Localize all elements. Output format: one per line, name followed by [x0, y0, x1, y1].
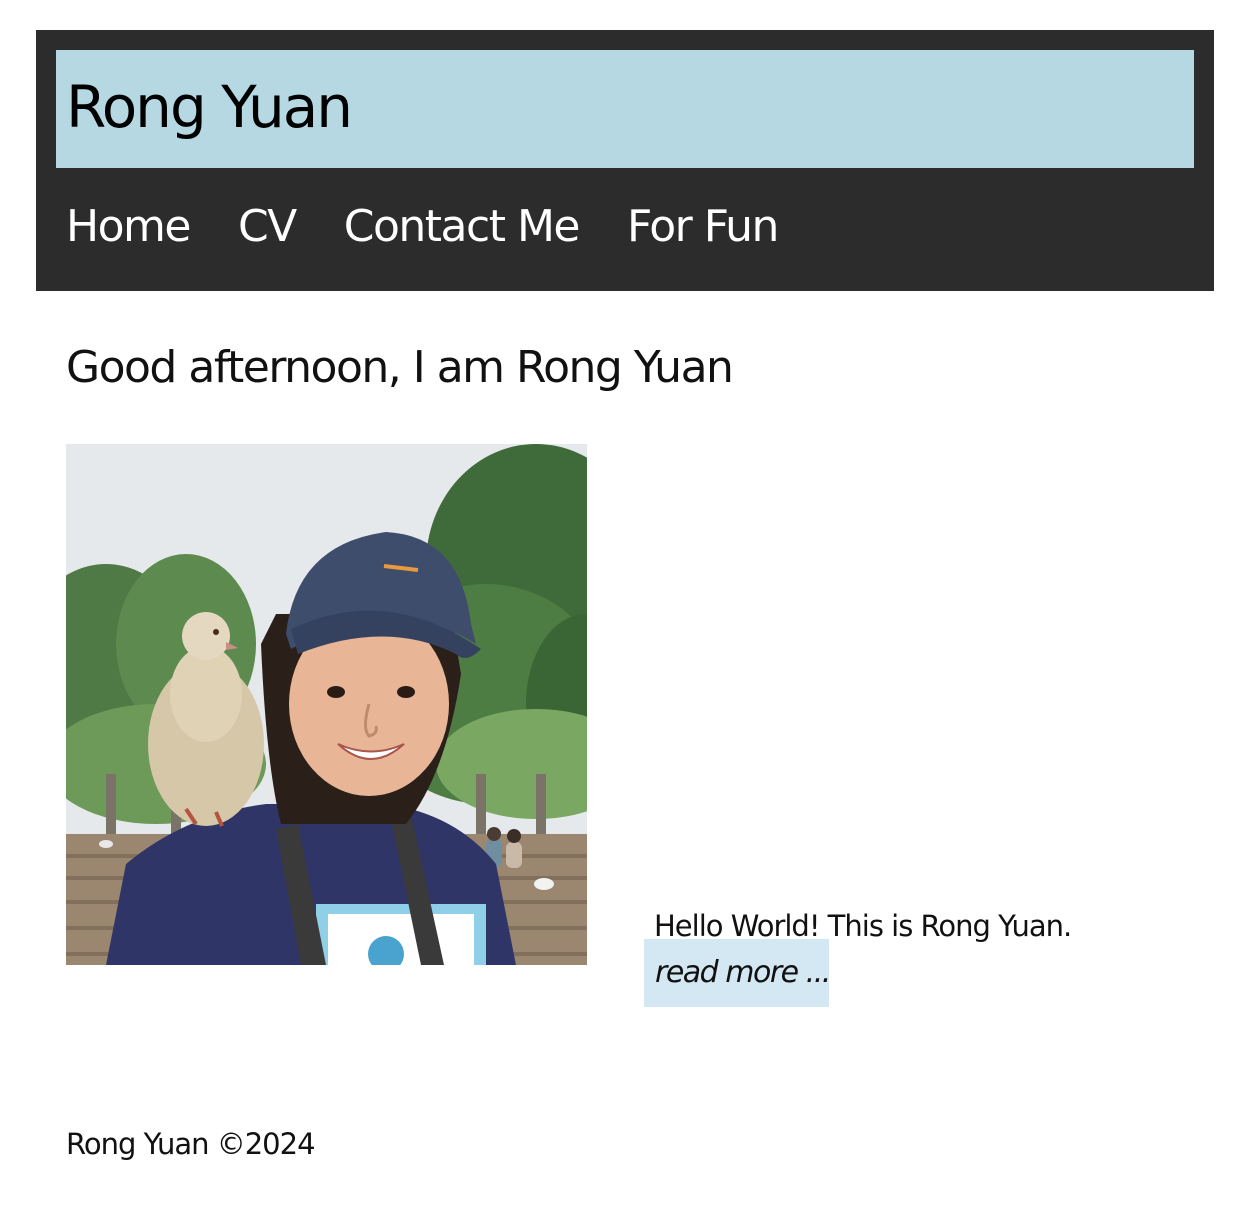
page-greeting: Good afternoon, I am Rong Yuan [66, 342, 734, 393]
footer-copyright: Rong Yuan ©2024 [66, 1127, 316, 1161]
nav-home-link[interactable]: Home [66, 197, 191, 257]
main-nav: Home CV Contact Me For Fun [66, 192, 779, 262]
nav-for-fun-link[interactable]: For Fun [627, 197, 779, 257]
profile-photo [66, 444, 587, 965]
site-title: Rong Yuan [66, 73, 353, 141]
nav-cv-link[interactable]: CV [238, 197, 297, 257]
site-header: Rong Yuan Home CV Contact Me For Fun [36, 30, 1214, 291]
nav-contact-me-link[interactable]: Contact Me [344, 197, 581, 257]
title-bar: Rong Yuan [56, 50, 1194, 168]
read-more-link[interactable]: read more ... [644, 939, 831, 1007]
